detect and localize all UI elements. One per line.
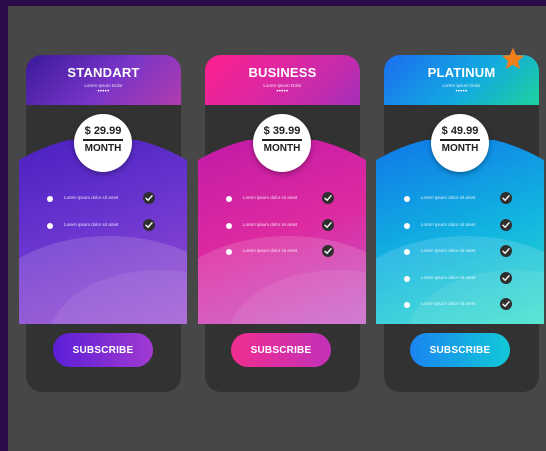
plan-header-standart: STANDART Lorem Ipsum Dolor •••••: [26, 55, 181, 105]
price-divider: [440, 139, 480, 141]
bullet-icon: [226, 249, 232, 255]
feature-list: Lorem ipsum dolor sit amet Lorem ipsum d…: [376, 186, 544, 319]
bullet-icon: [47, 196, 53, 202]
bullet-icon: [226, 223, 232, 229]
price-divider: [83, 139, 123, 141]
price-value: $ 39.99: [263, 125, 301, 137]
price-period: MONTH: [263, 142, 301, 154]
feature-item: Lorem ipsum dolor sit amet: [376, 213, 544, 240]
feature-item: Lorem ipsum dolor sit amet: [376, 186, 544, 213]
bullet-icon: [47, 223, 53, 229]
plan-rating-dots: •••••: [97, 89, 110, 95]
bullet-icon: [404, 302, 410, 308]
price-period: MONTH: [441, 142, 479, 154]
price-badge-business: $ 39.99 MONTH: [253, 114, 311, 172]
feature-item: Lorem ipsum dolor sit amet: [376, 266, 544, 293]
plan-subtitle: Lorem Ipsum Dolor: [263, 83, 302, 88]
feature-item: Lorem ipsum dolor sit amet: [19, 213, 187, 240]
check-icon: [143, 192, 155, 204]
feature-text: Lorem ipsum dolor sit amet: [64, 195, 119, 200]
subscribe-button-standart[interactable]: SUBSCRIBE: [53, 333, 153, 367]
feature-text: Lorem ipsum dolor sit amet: [421, 248, 476, 253]
bullet-icon: [404, 249, 410, 255]
plan-name: STANDART: [67, 65, 140, 80]
subscribe-button-business[interactable]: SUBSCRIBE: [231, 333, 331, 367]
price-period: MONTH: [84, 142, 122, 154]
feature-list: Lorem ipsum dolor sit amet Lorem ipsum d…: [198, 186, 366, 266]
price-value: $ 49.99: [441, 125, 479, 137]
bullet-icon: [404, 276, 410, 282]
check-icon: [500, 298, 512, 310]
check-icon: [500, 219, 512, 231]
plan-rating-dots: •••••: [276, 89, 289, 95]
check-icon: [500, 245, 512, 257]
feature-text: Lorem ipsum dolor sit amet: [243, 221, 298, 227]
price-value: $ 29.99: [84, 125, 122, 137]
check-icon: [143, 219, 155, 231]
feature-item: Lorem ipsum dolor sit amet: [376, 239, 544, 266]
check-icon: [500, 192, 512, 204]
feature-text: Lorem ipsum dolor sit amet: [421, 274, 476, 280]
feature-text: Lorem ipsum dolor sit amet: [421, 301, 476, 306]
feature-text: Lorem ipsum dolor sit amet: [421, 221, 476, 227]
plan-subtitle: Lorem Ipsum Dolor: [442, 83, 481, 88]
feature-text: Lorem ipsum dolor sit amet: [243, 195, 298, 200]
check-icon: [322, 192, 334, 204]
subscribe-button-platinum[interactable]: SUBSCRIBE: [410, 333, 510, 367]
plan-header-business: BUSINESS Lorem Ipsum Dolor •••••: [205, 55, 360, 105]
price-badge-platinum: $ 49.99 MONTH: [431, 114, 489, 172]
feature-list: Lorem ipsum dolor sit amet Lorem ipsum d…: [19, 186, 187, 239]
check-icon: [500, 272, 512, 284]
feature-item: Lorem ipsum dolor sit amet: [19, 186, 187, 213]
feature-item: Lorem ipsum dolor sit amet: [198, 239, 366, 266]
plan-name: BUSINESS: [248, 65, 317, 80]
check-icon: [322, 219, 334, 231]
feature-item: Lorem ipsum dolor sit amet: [198, 186, 366, 213]
star-icon: [501, 47, 525, 69]
price-badge-standart: $ 29.99 MONTH: [74, 114, 132, 172]
price-divider: [262, 139, 302, 141]
feature-item: Lorem ipsum dolor sit amet: [376, 292, 544, 319]
check-icon: [322, 245, 334, 257]
bullet-icon: [404, 223, 410, 229]
feature-text: Lorem ipsum dolor sit amet: [421, 195, 476, 200]
plan-subtitle: Lorem Ipsum Dolor: [84, 83, 123, 88]
feature-text: Lorem ipsum dolor sit amet: [243, 248, 298, 253]
feature-item: Lorem ipsum dolor sit amet: [198, 213, 366, 240]
plan-rating-dots: •••••: [455, 89, 468, 95]
bullet-icon: [226, 196, 232, 202]
feature-text: Lorem ipsum dolor sit amet: [64, 221, 119, 227]
bullet-icon: [404, 196, 410, 202]
